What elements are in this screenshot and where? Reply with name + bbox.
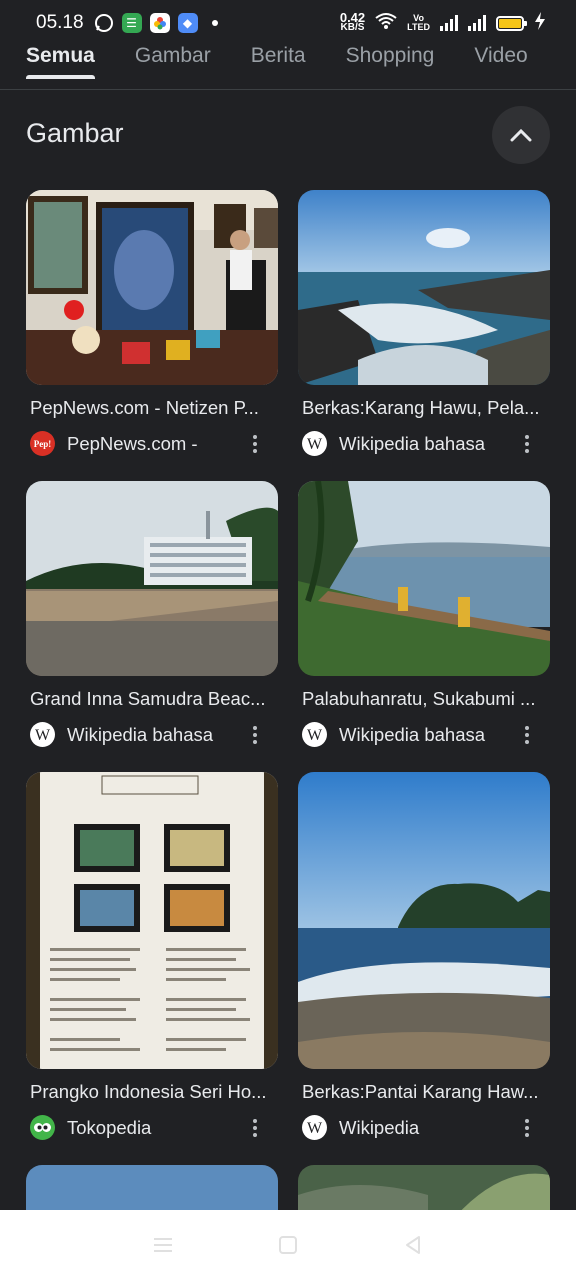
source-name: Wikipedia bahasa	[67, 723, 214, 745]
battery-icon	[496, 15, 527, 31]
result-title[interactable]: Prangko Indonesia Seri Ho...	[26, 1081, 278, 1103]
wikipedia-favicon: W	[30, 722, 55, 747]
image-result-card[interactable]: Prangko Indonesia Seri Ho... Tokopedia	[26, 772, 278, 1140]
section-title: Gambar	[26, 118, 124, 148]
result-source[interactable]: W Wikipedia bahasa	[298, 431, 550, 456]
source-name: Wikipedia bahasa	[339, 723, 486, 745]
volte-indicator: Vo LTED	[407, 14, 430, 32]
beach-island-photo[interactable]	[298, 772, 550, 1069]
result-title[interactable]: Berkas:Karang Hawu, Pela...	[298, 397, 550, 419]
system-icons: 0.42 KB/S Vo LTED	[340, 11, 546, 35]
back-button[interactable]	[401, 1233, 425, 1257]
chevron-up-icon	[510, 128, 532, 142]
result-title[interactable]: Grand Inna Samudra Beac...	[26, 688, 278, 710]
app-blue-icon: ◆	[177, 13, 198, 33]
status-bar: 05.18 ☰ ◆ 0.42 KB/S Vo LTED	[0, 0, 576, 46]
network-speed: 0.42 KB/S	[340, 11, 365, 33]
image-result-card[interactable]: Palabuhanratu, Sukabumi ... W Wikipedia …	[298, 481, 550, 772]
system-navigation-bar	[0, 1210, 576, 1280]
result-source[interactable]: W Wikipedia	[298, 1115, 550, 1140]
result-source[interactable]: W Wikipedia bahasa	[298, 722, 550, 747]
rocky-coast-photo[interactable]	[298, 190, 550, 385]
wikipedia-favicon: W	[302, 722, 327, 747]
tokopedia-favicon	[30, 1115, 55, 1140]
signal-icon-2	[468, 15, 486, 31]
image-result-card[interactable]: Berkas:Pantai Karang Haw... W Wikipedia	[298, 772, 550, 1140]
bay-view-photo[interactable]	[298, 481, 550, 676]
more-options-icon[interactable]	[252, 1118, 258, 1137]
back-icon	[406, 1236, 421, 1254]
result-source[interactable]: W Wikipedia bahasa	[26, 722, 278, 747]
svg-text:Pep!: Pep!	[34, 439, 52, 449]
home-button[interactable]	[276, 1233, 300, 1257]
beach-hotel-photo[interactable]	[26, 481, 278, 676]
image-result-card[interactable]: Grand Inna Samudra Beac... W Wikipedia b…	[26, 481, 278, 772]
more-options-icon[interactable]	[524, 725, 530, 744]
wikipedia-favicon: W	[302, 431, 327, 456]
home-icon	[278, 1236, 297, 1254]
speed-unit: KB/S	[340, 22, 365, 33]
more-options-icon[interactable]	[252, 434, 258, 453]
source-name: Tokopedia	[67, 1116, 152, 1138]
source-name: Wikipedia	[339, 1116, 420, 1138]
source-name: PepNews.com -	[67, 432, 198, 454]
more-options-icon[interactable]	[252, 725, 258, 744]
result-title[interactable]: PepNews.com - Netizen P...	[26, 397, 278, 419]
more-options-icon[interactable]	[524, 434, 530, 453]
image-results-grid: PepNews.com - Netizen P... Pep! PepNews.…	[26, 190, 550, 1140]
result-source[interactable]: Tokopedia	[26, 1115, 278, 1140]
wikipedia-favicon: W	[302, 1115, 327, 1140]
notification-icons: ☰ ◆	[94, 13, 218, 33]
volte-bottom: LTED	[407, 22, 430, 32]
whatsapp-icon	[94, 13, 114, 33]
svg-text:W: W	[35, 727, 51, 744]
stamp-sheet-photo[interactable]	[26, 772, 278, 1069]
result-title[interactable]: Berkas:Pantai Karang Haw...	[298, 1081, 550, 1103]
source-name: Wikipedia bahasa	[339, 432, 486, 454]
collapse-button[interactable]	[492, 106, 550, 164]
app-green-icon: ☰	[121, 13, 142, 33]
charging-icon	[534, 11, 546, 35]
menu-icon	[153, 1238, 172, 1252]
svg-text:W: W	[307, 436, 323, 453]
result-source[interactable]: Pep! PepNews.com -	[26, 431, 278, 456]
pepnews-favicon: Pep!	[30, 431, 55, 456]
wifi-icon	[375, 12, 397, 35]
svg-text:W: W	[307, 727, 323, 744]
photos-icon	[149, 13, 170, 33]
gallery-room-photo[interactable]	[26, 190, 278, 385]
status-time: 05.18	[36, 12, 84, 33]
recent-apps-button[interactable]	[151, 1233, 175, 1257]
image-result-card[interactable]: PepNews.com - Netizen P... Pep! PepNews.…	[26, 190, 278, 481]
more-options-icon[interactable]	[524, 1118, 530, 1137]
signal-icon-1	[440, 15, 458, 31]
svg-text:W: W	[307, 1120, 323, 1137]
image-result-card[interactable]: Berkas:Karang Hawu, Pela... W Wikipedia …	[298, 190, 550, 481]
more-notifications-dot	[211, 20, 218, 26]
result-title[interactable]: Palabuhanratu, Sukabumi ...	[298, 688, 550, 710]
